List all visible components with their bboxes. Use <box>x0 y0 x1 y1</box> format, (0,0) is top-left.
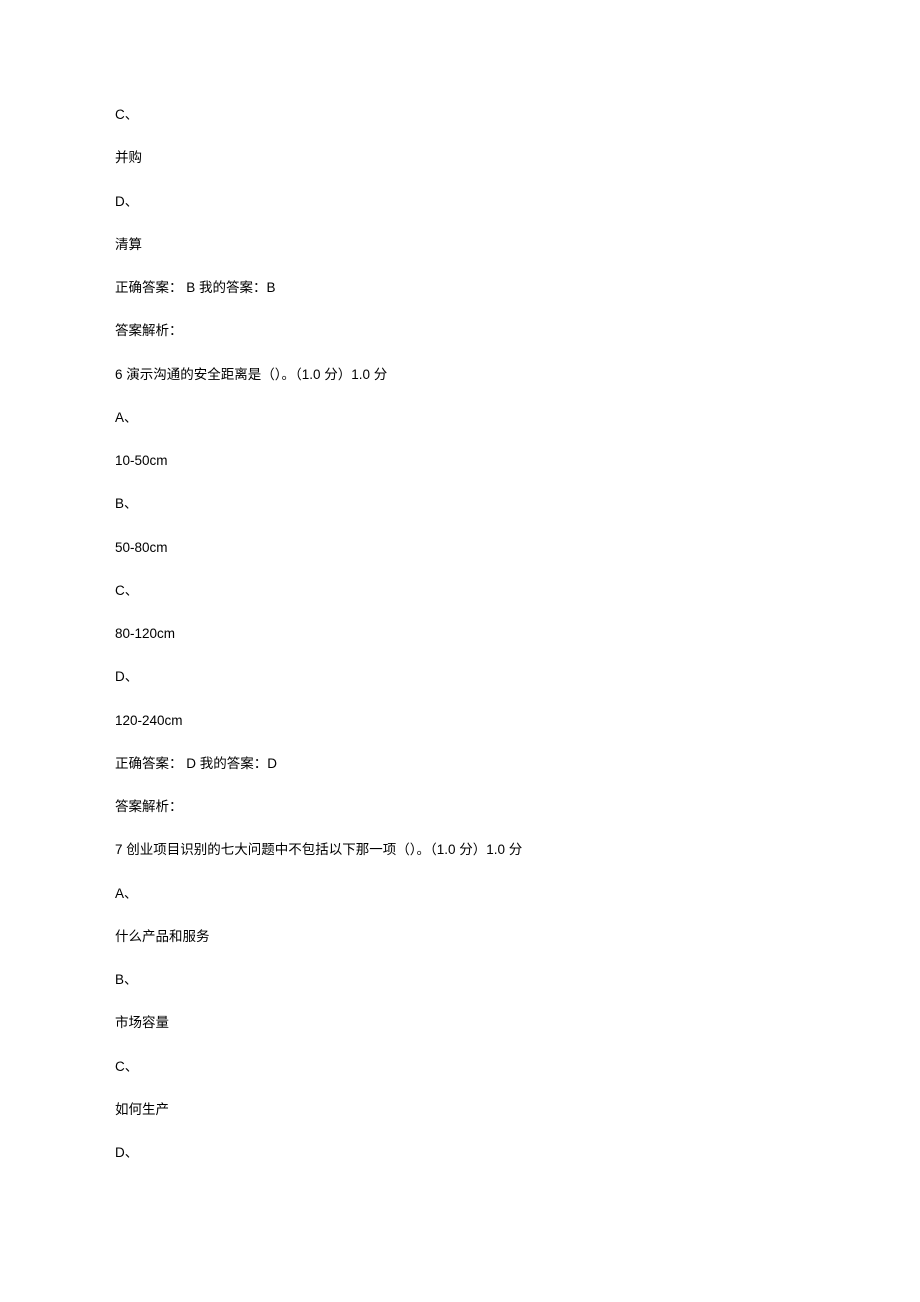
option-marker-a: A、 <box>115 408 805 428</box>
option-marker-a: A、 <box>115 884 805 904</box>
option-marker-c: C、 <box>115 1057 805 1077</box>
option-text: 120-240cm <box>115 711 805 731</box>
option-text: 市场容量 <box>115 1013 805 1033</box>
option-marker-b: B、 <box>115 970 805 990</box>
option-marker-c: C、 <box>115 581 805 601</box>
option-marker-d: D、 <box>115 667 805 687</box>
option-text: 并购 <box>115 148 805 168</box>
option-marker-d: D、 <box>115 192 805 212</box>
question-6: 6 演示沟通的安全距离是（）。（1.0 分）1.0 分 <box>115 365 805 385</box>
option-text: 清算 <box>115 235 805 255</box>
answer-line: 正确答案： B 我的答案：B <box>115 278 805 298</box>
answer-line: 正确答案： D 我的答案：D <box>115 754 805 774</box>
option-text: 10-50cm <box>115 451 805 471</box>
option-text: 什么产品和服务 <box>115 927 805 947</box>
option-text: 如何生产 <box>115 1100 805 1120</box>
option-marker-b: B、 <box>115 494 805 514</box>
explanation-label: 答案解析： <box>115 321 805 341</box>
option-text: 50-80cm <box>115 538 805 558</box>
option-marker-d: D、 <box>115 1143 805 1163</box>
question-7: 7 创业项目识别的七大问题中不包括以下那一项（）。（1.0 分）1.0 分 <box>115 840 805 860</box>
explanation-label: 答案解析： <box>115 797 805 817</box>
option-text: 80-120cm <box>115 624 805 644</box>
option-marker-c: C、 <box>115 105 805 125</box>
